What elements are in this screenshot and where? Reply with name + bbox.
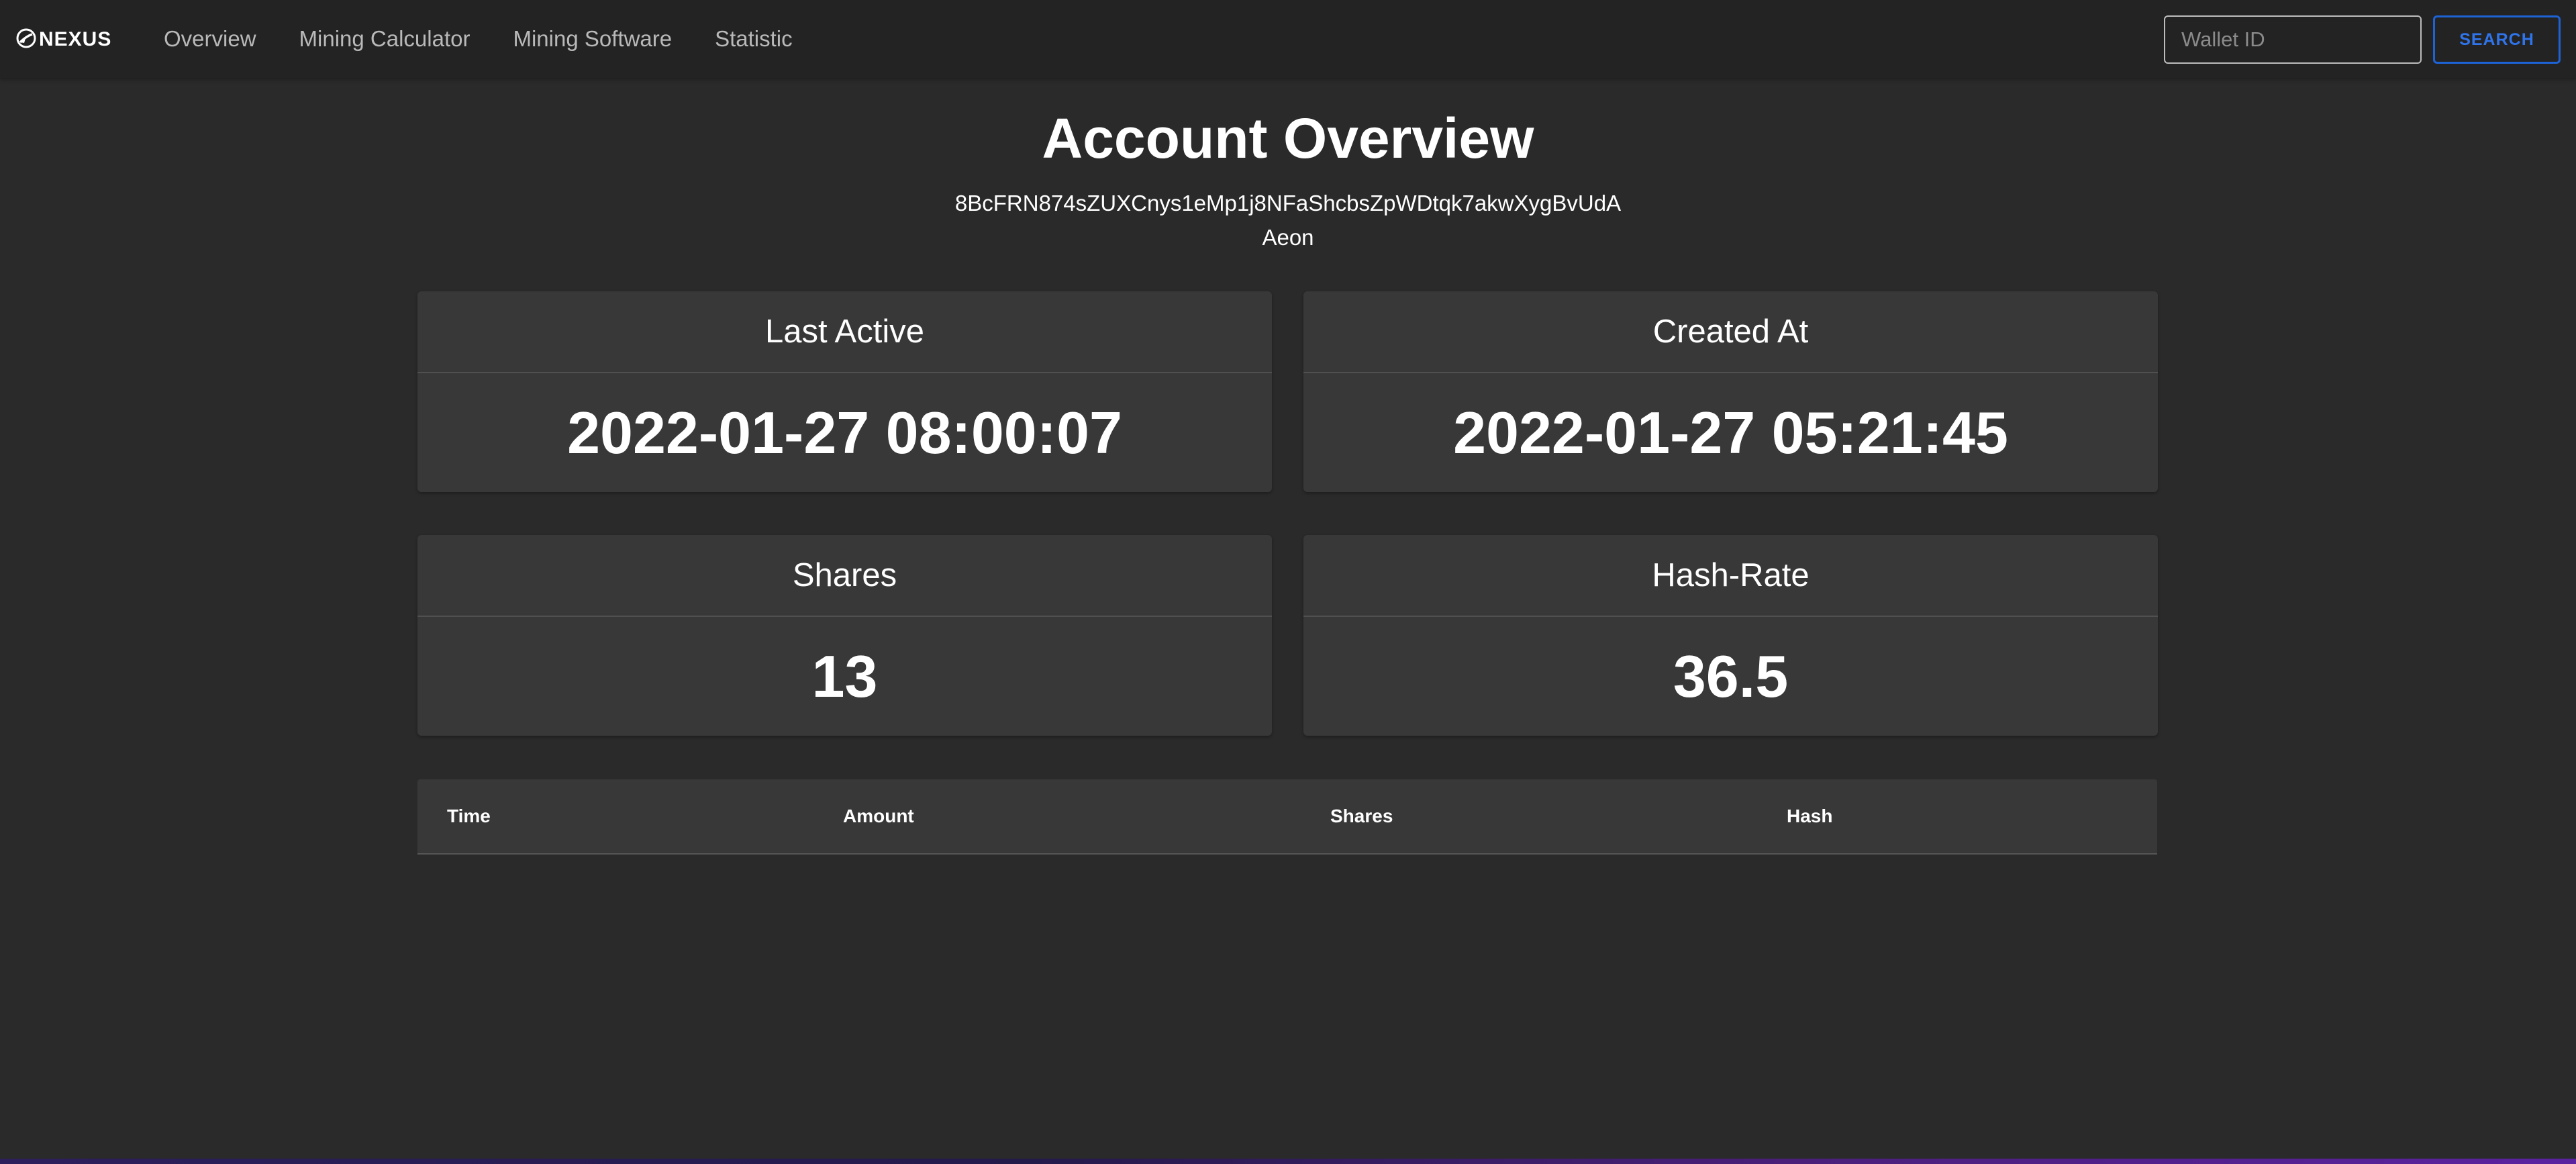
nav-link-mining-software[interactable]: Mining Software — [513, 26, 672, 52]
column-header-amount[interactable]: Amount — [843, 779, 914, 853]
card-label: Shares — [417, 535, 1272, 617]
nexus-logo-icon — [16, 28, 36, 52]
nav-link-overview[interactable]: Overview — [164, 26, 256, 52]
wallet-id-search-input[interactable] — [2164, 15, 2422, 64]
last-active-card: Last Active 2022-01-27 08:00:07 — [417, 291, 1272, 492]
card-label: Hash-Rate — [1303, 535, 2158, 617]
search-button[interactable]: SEARCH — [2433, 15, 2561, 64]
column-header-time[interactable]: Time — [447, 779, 491, 853]
hash-rate-card: Hash-Rate 36.5 — [1303, 535, 2158, 736]
bottom-accent-bar — [0, 1159, 2576, 1164]
wallet-address: 8BcFRN874sZUXCnys1eMp1j8NFaShcbsZpWDtqk7… — [954, 191, 1622, 215]
created-at-card: Created At 2022-01-27 05:21:45 — [1303, 291, 2158, 492]
card-value: 36.5 — [1673, 642, 1789, 710]
brand-name: NEXUS — [39, 28, 112, 50]
card-label: Last Active — [417, 291, 1272, 373]
card-value: 2022-01-27 05:21:45 — [1453, 399, 2008, 466]
coin-name: Aeon — [1262, 225, 1314, 250]
payments-table-header: Time Amount Shares Hash — [417, 779, 2157, 855]
nav-link-statistic[interactable]: Statistic — [715, 26, 793, 52]
nav-links: Overview Mining Calculator Mining Softwa… — [164, 0, 793, 78]
nav-link-mining-calculator[interactable]: Mining Calculator — [299, 26, 470, 52]
top-navbar: NEXUS Overview Mining Calculator Mining … — [0, 0, 2576, 78]
shares-card: Shares 13 — [417, 535, 1272, 736]
card-value: 2022-01-27 08:00:07 — [567, 399, 1122, 466]
column-header-shares[interactable]: Shares — [1330, 779, 1393, 853]
card-label: Created At — [1303, 291, 2158, 373]
card-value: 13 — [811, 642, 878, 710]
column-header-hash[interactable]: Hash — [1787, 779, 1832, 853]
brand-logo[interactable]: NEXUS — [16, 26, 111, 54]
page-title: Account Overview — [1042, 107, 1534, 170]
